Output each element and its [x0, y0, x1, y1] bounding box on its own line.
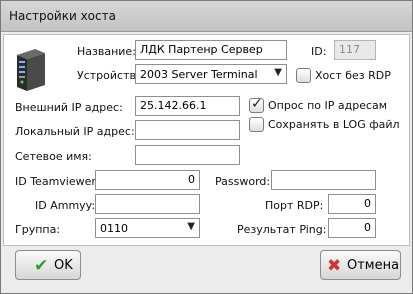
- rdp-port-label: Порт RDP:: [265, 199, 324, 212]
- network-name-field[interactable]: [135, 145, 240, 165]
- external-ip-label: Внешний IP адрес:: [15, 101, 123, 114]
- id-field: 117: [334, 40, 376, 60]
- local-ip-label: Локальный IP адрес:: [15, 125, 135, 138]
- window-title: Настройки хоста: [9, 9, 116, 23]
- external-ip-field[interactable]: 25.142.66.1: [135, 96, 240, 116]
- device-selected-value: 2003 Server Terminal: [140, 68, 258, 81]
- password-label: Password:: [215, 175, 271, 188]
- cancel-button-label: Отмена: [347, 258, 400, 273]
- ammyy-field[interactable]: [95, 194, 200, 214]
- checkmark-icon: ✔: [34, 256, 49, 276]
- chevron-down-icon: ▼: [187, 221, 195, 232]
- chevron-down-icon: ▼: [274, 67, 282, 78]
- ok-button-label: OK: [54, 258, 73, 273]
- host-no-rdp-checkbox[interactable]: [296, 68, 311, 83]
- id-label: ID:: [311, 45, 327, 58]
- group-selected-value: 0110: [100, 222, 128, 235]
- teamviewer-label: ID Teamviewer:: [15, 175, 100, 188]
- ping-result-label: Результат Ping:: [237, 223, 327, 236]
- name-field[interactable]: ЛДК Партенр Сервер: [135, 40, 287, 60]
- group-select[interactable]: 0110 ▼: [95, 218, 200, 238]
- save-log-checkbox[interactable]: [249, 117, 264, 132]
- local-ip-field[interactable]: [135, 120, 240, 140]
- title-bar[interactable]: Настройки хоста: [1, 1, 412, 32]
- rdp-port-field[interactable]: 0: [328, 194, 376, 214]
- ping-result-field[interactable]: 0: [328, 218, 376, 238]
- network-name-label: Сетевое имя:: [15, 150, 92, 163]
- host-no-rdp-label: Хост без RDP: [315, 69, 391, 82]
- close-x-icon: ✖: [327, 256, 342, 276]
- teamviewer-field[interactable]: 0: [95, 170, 200, 190]
- host-settings-dialog: Настройки хоста Название: ЛДК Партенр Се…: [0, 0, 413, 294]
- ammyy-label: ID Ammyy:: [35, 199, 96, 212]
- password-field[interactable]: [271, 170, 376, 190]
- poll-ip-checkbox[interactable]: ✓: [249, 96, 264, 113]
- poll-ip-label: Опрос по IP адресам: [268, 99, 388, 112]
- group-label: Группа:: [15, 223, 61, 236]
- save-log-label: Сохранять в LOG файл: [268, 118, 400, 131]
- name-label: Название:: [77, 45, 136, 58]
- cancel-button[interactable]: ✖ Отмена: [320, 250, 401, 280]
- checkmark-icon: ✓: [251, 96, 263, 112]
- device-select[interactable]: 2003 Server Terminal ▼: [135, 64, 287, 84]
- ok-button[interactable]: ✔ OK: [15, 250, 81, 280]
- server-icon: [17, 49, 45, 91]
